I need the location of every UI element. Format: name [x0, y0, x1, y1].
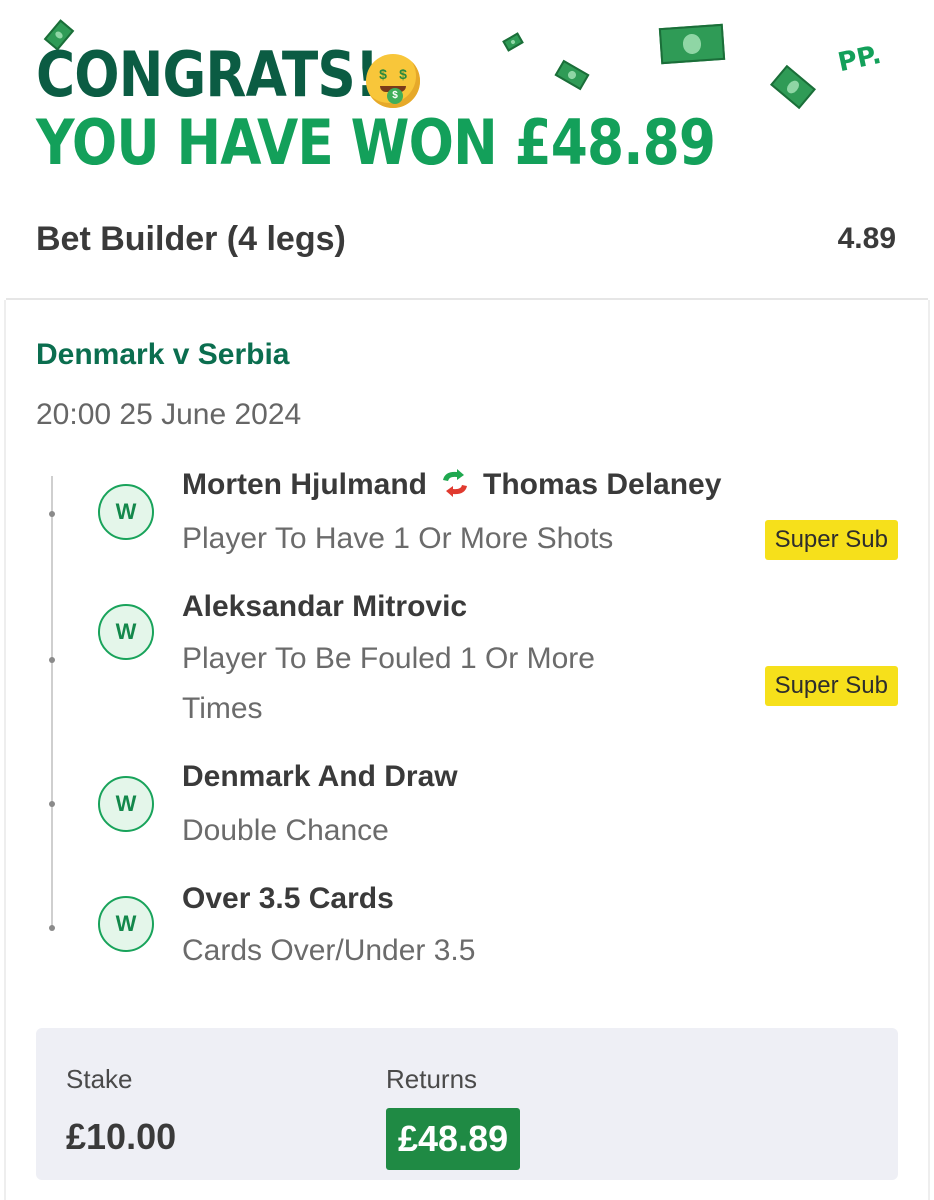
money-mouth-face-icon: $ $ $ [366, 54, 420, 108]
leg-market-line: Times [182, 692, 263, 725]
winnings-heading: YOU HAVE WON £48.89 [36, 106, 716, 179]
won-status-icon: W [98, 484, 154, 540]
banknote-icon [554, 59, 590, 91]
congrats-heading: CONGRATS! [36, 38, 379, 111]
match-datetime: 20:00 25 June 2024 [36, 398, 302, 431]
leg-market: Player To Be Fouled 1 Or More Times [182, 634, 595, 734]
leg-market: Double Chance [182, 814, 389, 847]
won-status-icon: W [98, 896, 154, 952]
bet-summary: Stake £10.00 Returns £48.89 [36, 1028, 898, 1180]
bet-odds: 4.89 [837, 222, 896, 255]
won-status-icon: W [98, 604, 154, 660]
timeline-dot [49, 801, 55, 807]
player-out-name: Morten Hjulmand [182, 468, 427, 501]
super-sub-badge: Super Sub [764, 666, 898, 706]
returns-label: Returns [386, 1064, 478, 1094]
leg-selection: Morten Hjulmand Thomas Delaney [182, 468, 721, 502]
match-title[interactable]: Denmark v Serbia [36, 338, 289, 372]
substitution-icon [443, 469, 467, 497]
section-divider [6, 298, 928, 300]
leg-selection: Over 3.5 Cards [182, 882, 394, 915]
banknote-icon [770, 64, 816, 110]
timeline-dot [49, 511, 55, 517]
leg-market: Player To Have 1 Or More Shots [182, 522, 614, 555]
leg-selection: Denmark And Draw [182, 760, 458, 793]
timeline-dot [49, 925, 55, 931]
player-in-name: Thomas Delaney [483, 468, 722, 501]
paddy-power-logo: PP. [835, 39, 884, 79]
banknote-icon [502, 32, 524, 52]
leg-market-line: Player To Be Fouled 1 Or More [182, 642, 595, 675]
leg-market: Cards Over/Under 3.5 [182, 934, 476, 967]
bet-type-title: Bet Builder (4 legs) [36, 220, 346, 258]
win-banner: PP. CONGRATS! $ $ $ YOU HAVE WON £48.89 B… [0, 0, 934, 300]
leg-selection: Aleksandar Mitrovic [182, 590, 468, 623]
timeline-dot [49, 657, 55, 663]
stake-value: £10.00 [66, 1116, 177, 1157]
returns-value: £48.89 [386, 1108, 521, 1170]
stake-label: Stake [66, 1064, 133, 1094]
super-sub-badge: Super Sub [764, 520, 898, 560]
legs-timeline [51, 476, 53, 930]
banknote-icon [658, 23, 726, 65]
won-status-icon: W [98, 776, 154, 832]
